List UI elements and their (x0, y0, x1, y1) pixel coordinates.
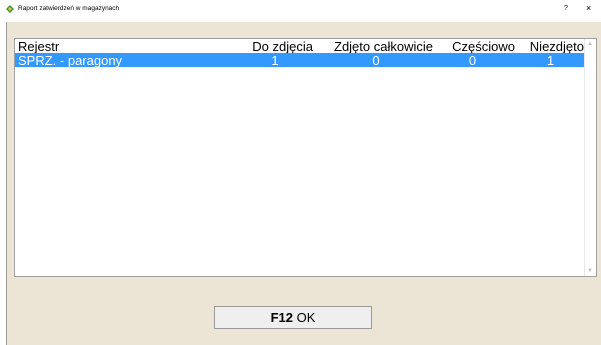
cell-czesciowo: 0 (468, 53, 477, 68)
report-table: Rejestr Do zdjęcia Zdjęto całkowicie Czę… (14, 38, 597, 277)
close-button[interactable]: × (586, 3, 591, 13)
cell-zdjeto-calkowicie: 0 (372, 53, 380, 68)
cell-do-zdjecia: 1 (271, 53, 279, 68)
cell-rejestr: SPRZ. - paragony (18, 53, 123, 68)
table-row-selected[interactable]: SPRZ. - paragony 1 0 0 1 (15, 53, 585, 68)
scroll-down-icon[interactable]: ▼ (587, 268, 593, 274)
ok-button-label: OK (296, 310, 316, 325)
column-header-do-zdjecia[interactable]: Do zdjęcia (229, 39, 313, 54)
ok-button-key: F12 (270, 310, 293, 325)
title-bar: Raport zatwierdzeń w magazynach ? × (0, 0, 601, 22)
column-header-rejestr[interactable]: Rejestr (18, 39, 59, 54)
vertical-scrollbar[interactable]: ▲ ▼ (584, 39, 596, 276)
app-icon (6, 5, 14, 13)
column-header-niezdjeto[interactable]: Niezdjęto (517, 39, 584, 54)
help-button[interactable]: ? (564, 5, 568, 12)
column-header-zdjeto-calkowicie[interactable]: Zdjęto całkowicie (317, 39, 433, 54)
cell-niezdjeto: 1 (546, 53, 555, 68)
window-title: Raport zatwierdzeń w magazynach (18, 5, 120, 12)
ok-button[interactable]: F12 OK (214, 306, 372, 329)
scroll-up-icon[interactable]: ▲ (587, 41, 593, 47)
report-window: Raport zatwierdzeń w magazynach ? × Reje… (0, 0, 601, 345)
column-header-czesciowo[interactable]: Częściowo (436, 39, 515, 54)
